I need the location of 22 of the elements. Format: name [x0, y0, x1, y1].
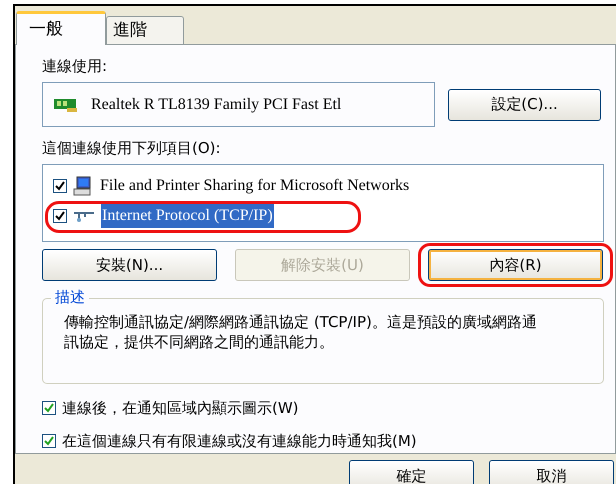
dialog-button[interactable]: 取消 [489, 460, 614, 484]
section-label: 這個連線使用下列項目(O): [42, 138, 222, 159]
action-button[interactable]: 安裝(N)... [42, 249, 217, 281]
option-label: 連線後，在通知區域內顯示圖示(W) [62, 398, 299, 419]
tab[interactable]: 一般 [16, 11, 106, 45]
list-item[interactable]: Internet Protocol (TCP/IP) [101, 204, 274, 228]
checkbox[interactable] [42, 401, 56, 416]
tab[interactable]: 進階 [106, 16, 184, 44]
section-label: 連線使用: [42, 56, 108, 77]
dialog-button[interactable]: 確定 [349, 460, 474, 484]
description-text: 傳輸控制通訊協定/網際網路通訊協定 (TCP/IP)。這是預設的廣域網路通訊協定，提供不同網路之間的通訊能力。 [64, 312, 538, 352]
list-item[interactable]: File and Printer Sharing for Microsoft Networks [99, 174, 410, 198]
checkbox[interactable] [42, 434, 56, 448]
option-label: 在這個連線只有有限連線或沒有連線能力時通知我(M) [62, 430, 417, 452]
configure-button[interactable]: 設定(C)... [448, 88, 601, 120]
network-card-icon [53, 96, 79, 112]
network-icon [73, 209, 95, 223]
action-button[interactable]: 內容(R) [428, 249, 603, 281]
checkbox[interactable] [53, 179, 67, 193]
computer-icon [73, 176, 93, 196]
adapter-field: Realtek R TL8139 Family PCI Fast Etl [42, 82, 435, 127]
checkbox[interactable] [53, 209, 67, 223]
